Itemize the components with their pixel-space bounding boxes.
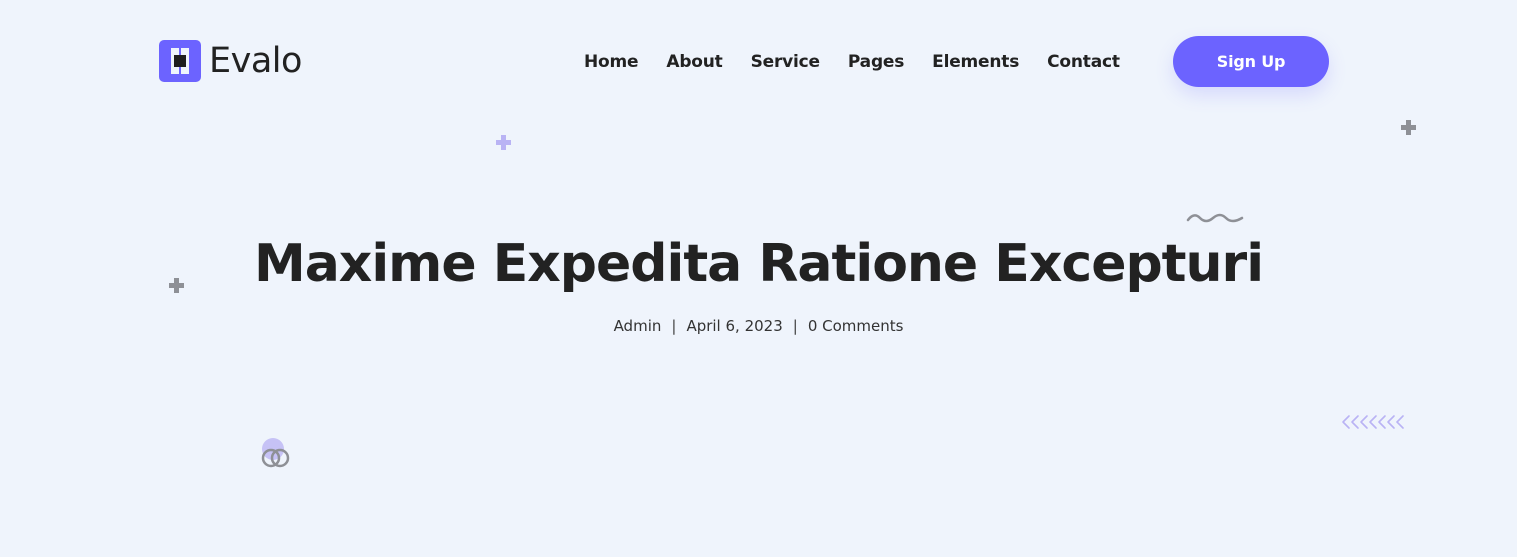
nav-item-service[interactable]: Service bbox=[751, 49, 820, 75]
chevrons-left-icon bbox=[1342, 415, 1404, 429]
post-comments[interactable]: 0 Comments bbox=[808, 317, 904, 335]
post-date[interactable]: April 6, 2023 bbox=[686, 317, 782, 335]
plus-icon bbox=[496, 135, 511, 150]
nav-item-elements[interactable]: Elements bbox=[932, 49, 1019, 75]
post-meta: Admin | April 6, 2023 | 0 Comments bbox=[0, 316, 1517, 336]
main-nav: Home About Service Pages Elements Contac… bbox=[584, 49, 1148, 75]
post-author[interactable]: Admin bbox=[614, 317, 662, 335]
plus-icon bbox=[1401, 120, 1416, 135]
logo-mark-icon bbox=[159, 40, 201, 82]
page: Evalo Home About Service Pages Elements … bbox=[0, 0, 1517, 557]
meta-divider: | bbox=[792, 317, 798, 335]
page-title: Maxime Expedita Ratione Excepturi bbox=[253, 234, 1264, 294]
meta-divider: | bbox=[671, 317, 677, 335]
circles-icon bbox=[261, 438, 290, 468]
brand-name: Evalo bbox=[209, 41, 302, 81]
plus-icon bbox=[169, 278, 184, 293]
nav-item-contact[interactable]: Contact bbox=[1047, 49, 1120, 75]
signup-button[interactable]: Sign Up bbox=[1173, 36, 1329, 87]
nav-item-about[interactable]: About bbox=[666, 49, 722, 75]
squiggle-icon bbox=[1186, 213, 1244, 223]
nav-item-pages[interactable]: Pages bbox=[848, 49, 904, 75]
logo-link[interactable]: Evalo bbox=[159, 40, 302, 82]
nav-item-home[interactable]: Home bbox=[584, 49, 639, 75]
